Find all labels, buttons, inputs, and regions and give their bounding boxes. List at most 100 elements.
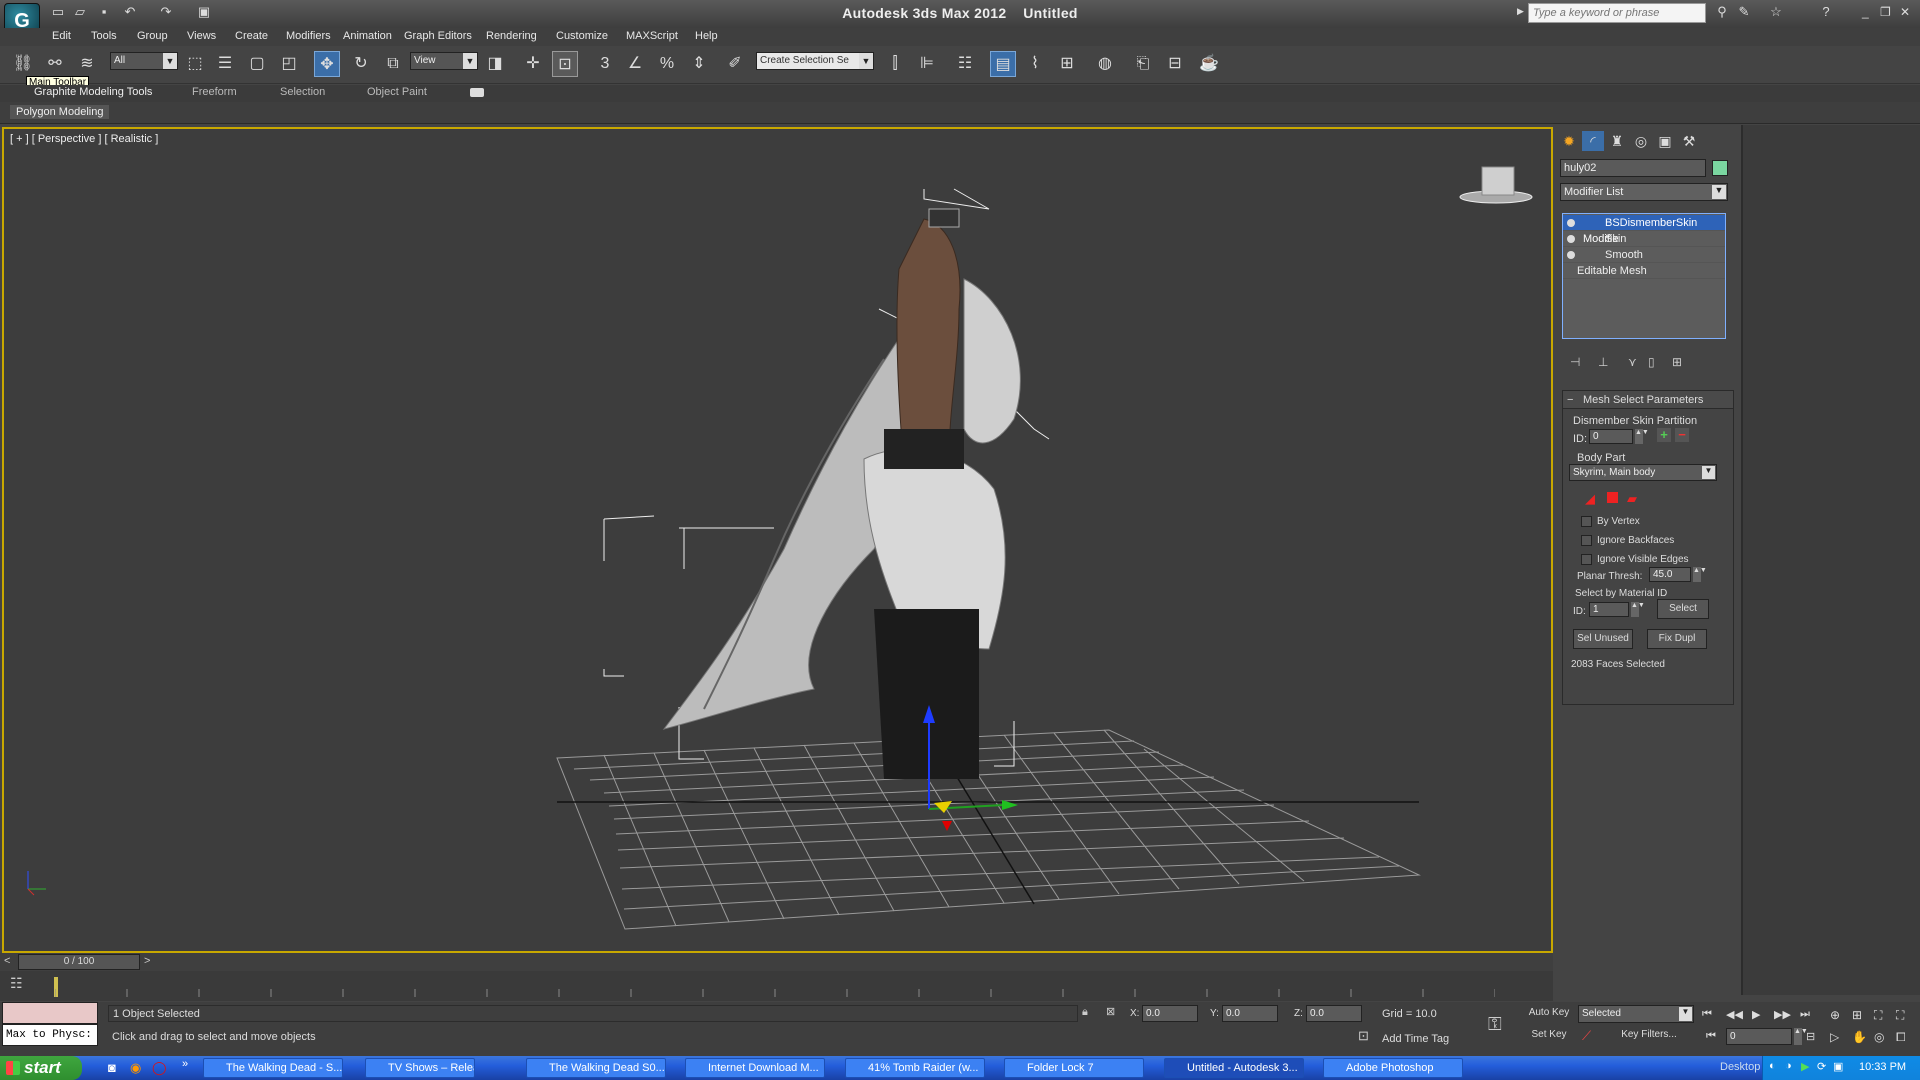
material-editor-icon[interactable]: ◍	[1092, 51, 1118, 77]
start-button[interactable]: start	[0, 1056, 82, 1080]
id-spinner[interactable]: ▲▼	[1635, 429, 1649, 444]
menu-create[interactable]: Create	[235, 30, 268, 42]
y-coordinate-input[interactable]	[1222, 1005, 1278, 1022]
prev-frame-icon[interactable]: <	[4, 955, 10, 967]
layer-manager-icon[interactable]: ☷	[952, 51, 978, 77]
next-frame-icon[interactable]: >	[144, 955, 150, 967]
firefox-icon[interactable]: ◉	[130, 1060, 141, 1076]
tray-network-icon[interactable]: ◐	[1769, 1060, 1776, 1072]
default-tangent-icon[interactable]: ⟋	[1582, 1028, 1591, 1044]
modify-panel-icon[interactable]: ◜	[1582, 131, 1604, 151]
select-by-name-icon[interactable]: ☰	[212, 51, 238, 77]
favorites-icon[interactable]: ☆	[1768, 4, 1784, 20]
select-move-icon[interactable]: ✥	[314, 51, 340, 77]
body-part-dropdown[interactable]: Skyrim, Main body ▼	[1569, 464, 1717, 481]
desktop-toolbar-label[interactable]: Desktop	[1720, 1061, 1760, 1073]
rectangular-selection-icon[interactable]: ▢	[244, 51, 270, 77]
select-scale-icon[interactable]: ⧉	[380, 51, 406, 77]
render-setup-icon[interactable]: ⎗	[1130, 51, 1156, 77]
window-crossing-icon[interactable]: ◰	[276, 51, 302, 77]
menu-graph-editors[interactable]: Graph Editors	[404, 30, 472, 42]
snaps-toggle-icon[interactable]: 3	[592, 51, 618, 77]
face-mode-icon[interactable]	[1607, 492, 1618, 503]
menu-modifiers[interactable]: Modifiers	[286, 30, 331, 42]
lightbulb-icon[interactable]	[1567, 251, 1575, 259]
schematic-view-icon[interactable]: ⊞	[1054, 51, 1080, 77]
angle-snap-icon[interactable]: ∠	[622, 51, 648, 77]
render-production-icon[interactable]: ☕	[1196, 51, 1222, 77]
object-name-field[interactable]	[1560, 159, 1706, 177]
select-object-icon[interactable]: ⬚	[182, 51, 208, 77]
search-input[interactable]	[1528, 3, 1706, 23]
tray-monitor-icon[interactable]: ▣	[1833, 1060, 1843, 1073]
manipulate-icon[interactable]: ✛	[520, 51, 546, 77]
perspective-viewport[interactable]: [ + ] [ Perspective ] [ Realistic ]	[2, 127, 1553, 953]
rendered-frame-window-icon[interactable]: ⊟	[1162, 51, 1188, 77]
create-panel-icon[interactable]: ✹	[1558, 131, 1580, 151]
menu-help[interactable]: Help	[695, 30, 718, 42]
maxscript-listener-pink[interactable]	[2, 1002, 98, 1024]
rollout-header[interactable]: − Mesh Select Parameters	[1563, 391, 1733, 409]
menu-customize[interactable]: Customize	[556, 30, 608, 42]
zoom-icon[interactable]: ⊕	[1830, 1008, 1840, 1022]
keyboard-shortcut-override-icon[interactable]: ⊡	[552, 51, 578, 77]
unlink-icon[interactable]: ⚯	[42, 51, 68, 77]
mirror-icon[interactable]: ⫿	[882, 51, 908, 77]
lightbulb-icon[interactable]	[1567, 219, 1575, 227]
time-configuration-icon[interactable]: ⊟	[1806, 1030, 1815, 1043]
pivot-center-icon[interactable]: ◨	[482, 51, 508, 77]
curve-editor-icon[interactable]: ⌇	[1022, 51, 1048, 77]
modifier-list-dropdown[interactable]: Modifier List ▼	[1560, 183, 1728, 201]
key-mode-toggle-icon[interactable]: ⏮	[1706, 1030, 1716, 1043]
select-button[interactable]: Select	[1657, 599, 1709, 619]
menu-rendering[interactable]: Rendering	[486, 30, 537, 42]
time-slider[interactable]: 0 / 100	[18, 954, 140, 970]
z-coordinate-input[interactable]	[1306, 1005, 1362, 1022]
material-id-spinner[interactable]: ▲▼	[1631, 602, 1645, 617]
menu-views[interactable]: Views	[187, 30, 216, 42]
task-tomb-raider-download[interactable]: 41% Tomb Raider (w...	[845, 1058, 985, 1078]
named-selection-set-dropdown[interactable]: Create Selection Se ▼	[756, 52, 874, 70]
task-folder-lock[interactable]: Folder Lock 7	[1004, 1058, 1144, 1078]
key-mode-dropdown[interactable]: Selected ▼	[1578, 1005, 1694, 1023]
set-key-button[interactable]: Set Key	[1524, 1026, 1574, 1046]
maxscript-mini-listener[interactable]: Max to Physc:	[2, 1024, 98, 1046]
selection-lock-icon[interactable]: 🔒︎	[1082, 1006, 1088, 1019]
ribbon-options-icon[interactable]	[470, 88, 484, 97]
select-rotate-icon[interactable]: ↻	[348, 51, 374, 77]
previous-key-icon[interactable]: ◀◀	[1726, 1008, 1743, 1021]
material-id-input[interactable]	[1589, 602, 1629, 617]
goto-start-icon[interactable]: ⏮	[1702, 1008, 1712, 1021]
communication-center-icon[interactable]: ✎	[1736, 4, 1752, 20]
fix-dupl-button[interactable]: Fix Dupl	[1647, 629, 1707, 649]
next-key-icon[interactable]: ▶▶	[1774, 1008, 1791, 1021]
menu-tools[interactable]: Tools	[91, 30, 117, 42]
graphite-modeling-tools-icon[interactable]: ▤	[990, 51, 1016, 77]
stack-item-editable-mesh[interactable]: Editable Mesh	[1563, 263, 1725, 279]
time-tag-icon[interactable]: ⊡	[1358, 1028, 1369, 1044]
field-of-view-icon[interactable]: ▷	[1830, 1030, 1839, 1044]
add-partition-icon[interactable]: +	[1657, 428, 1671, 442]
search-expand-icon[interactable]: ▶	[1517, 6, 1524, 17]
zoom-extents-all-icon[interactable]: ⛶	[1896, 1008, 1904, 1023]
help-icon[interactable]: ?	[1818, 4, 1834, 20]
play-icon[interactable]: ▶	[1752, 1008, 1760, 1021]
show-desktop-icon[interactable]: ◙	[108, 1060, 116, 1075]
frame-spinner[interactable]: ▲▼	[1794, 1028, 1808, 1045]
planar-thresh-spinner[interactable]: ▲▼	[1693, 567, 1707, 582]
tab-freeform[interactable]: Freeform	[192, 86, 237, 101]
pin-stack-icon[interactable]: ⊣	[1570, 355, 1580, 369]
absolute-mode-icon[interactable]: ⊠	[1106, 1005, 1115, 1018]
show-end-result-icon[interactable]: ⊥	[1598, 355, 1608, 369]
task-tv-shows[interactable]: TV Shows – Releaselo...	[365, 1058, 475, 1078]
task-walking-dead-vlc[interactable]: The Walking Dead S0...	[526, 1058, 666, 1078]
menu-maxscript[interactable]: MAXScript	[626, 30, 678, 42]
edit-named-selection-icon[interactable]: ✐	[722, 51, 748, 77]
task-adobe-photoshop[interactable]: Adobe Photoshop	[1323, 1058, 1463, 1078]
planar-thresh-input[interactable]	[1649, 567, 1691, 582]
bind-space-warp-icon[interactable]: ≋	[74, 51, 100, 77]
polygon-modeling-panel[interactable]: Polygon Modeling	[10, 105, 110, 119]
remove-modifier-icon[interactable]: ▯	[1648, 355, 1655, 369]
zoom-all-icon[interactable]: ⊞	[1852, 1008, 1862, 1022]
opera-icon[interactable]: ◯	[152, 1060, 167, 1076]
